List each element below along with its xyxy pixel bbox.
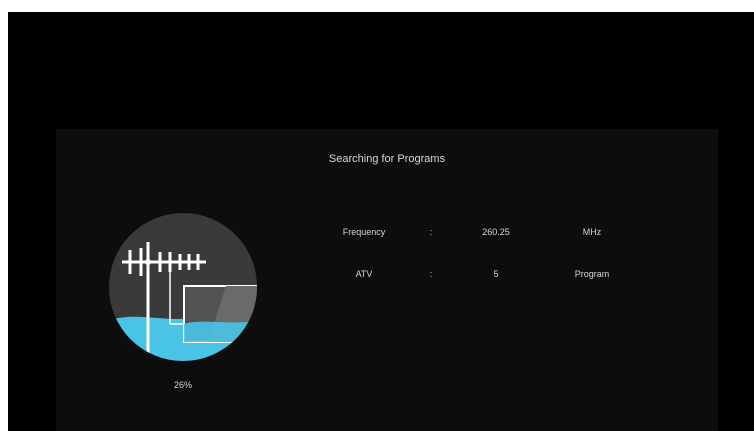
info-value: 5 [493, 269, 499, 279]
info-row-frequency: Frequency : 260.25 MHz [56, 227, 718, 241]
info-label: Frequency [342, 227, 386, 237]
tv-screen: Searching for Programs 26% Frequency: 2… [8, 12, 754, 431]
info-unit: Program [574, 269, 610, 279]
info-unit: MHz [582, 227, 602, 237]
info-value: 260.25 [482, 227, 510, 237]
info-separator: : [429, 269, 433, 279]
channel-search-dialog: Searching for Programs 26% Frequency: 2… [56, 129, 718, 431]
info-row-atv: ATV : 5 Program [56, 269, 718, 283]
progress-percent: 26% [173, 380, 192, 390]
dialog-title: Searching for Programs [328, 153, 446, 165]
info-separator: : [429, 227, 433, 237]
info-label: ATV [355, 269, 373, 279]
